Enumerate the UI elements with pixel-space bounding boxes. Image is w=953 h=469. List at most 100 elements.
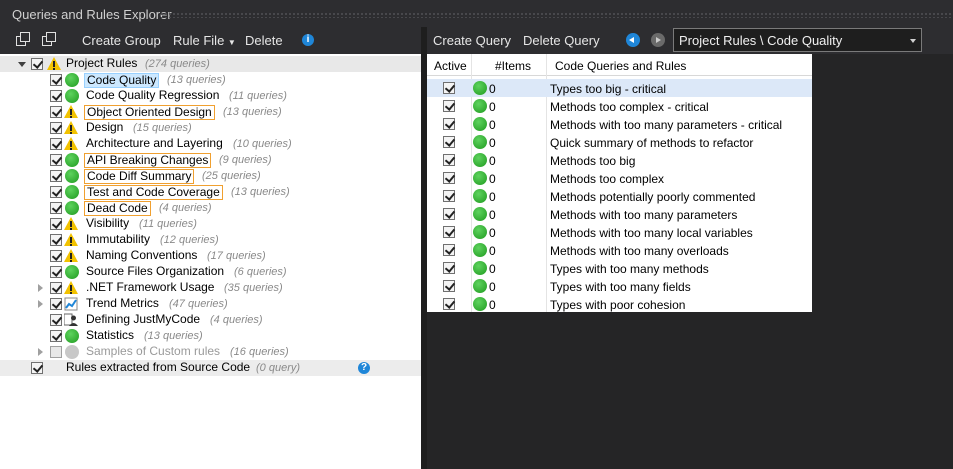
status-ok-icon xyxy=(473,243,487,257)
query-row[interactable]: 0 Methods with too many parameters - crit… xyxy=(427,115,812,133)
group-label: Test and Code Coverage xyxy=(84,185,223,200)
group-checkbox[interactable] xyxy=(50,282,62,294)
tree-group-item[interactable]: Architecture and Layering (10 queries) xyxy=(0,136,421,152)
items-count: 0 xyxy=(489,298,496,312)
group-checkbox[interactable] xyxy=(50,90,62,102)
group-checkbox[interactable] xyxy=(50,298,62,310)
tree-group-item[interactable]: Naming Conventions (17 queries) xyxy=(0,248,421,264)
items-count: 0 xyxy=(489,262,496,276)
active-checkbox[interactable] xyxy=(443,226,455,238)
query-row[interactable]: 0 Quick summary of methods to refactor xyxy=(427,133,812,151)
group-breadcrumb-select[interactable]: Project Rules \ Code Quality xyxy=(673,28,922,52)
active-checkbox[interactable] xyxy=(443,244,455,256)
query-row[interactable]: 0 Types too big - critical xyxy=(427,79,812,97)
active-checkbox[interactable] xyxy=(443,136,455,148)
root-checkbox[interactable] xyxy=(31,58,43,70)
create-group-button[interactable]: Create Group xyxy=(82,33,161,48)
tree-group-item[interactable]: Code Quality (13 queries) xyxy=(0,72,421,88)
source-rules-checkbox[interactable] xyxy=(31,362,43,374)
tree-group-item[interactable]: Design (15 queries) xyxy=(0,120,421,136)
tree-group-item[interactable]: Defining JustMyCode (4 queries) xyxy=(0,312,421,328)
tree-group-item[interactable]: Samples of Custom rules (16 queries) xyxy=(0,344,421,360)
active-checkbox[interactable] xyxy=(443,172,455,184)
items-count: 0 xyxy=(489,280,496,294)
tree-group-item[interactable]: Visibility (11 queries) xyxy=(0,216,421,232)
query-row[interactable]: 0 Methods too complex xyxy=(427,169,812,187)
group-checkbox[interactable] xyxy=(50,250,62,262)
query-row[interactable]: 0 Methods too complex - critical xyxy=(427,97,812,115)
query-name: Methods too big xyxy=(550,154,636,168)
tree-group-item[interactable]: .NET Framework Usage (35 queries) xyxy=(0,280,421,296)
tree-group-item[interactable]: Source Files Organization (6 queries) xyxy=(0,264,421,280)
tree-root-project-rules[interactable]: Project Rules (274 queries) xyxy=(0,56,421,72)
group-count: (6 queries) xyxy=(234,266,287,278)
group-checkbox[interactable] xyxy=(50,74,62,86)
help-icon[interactable]: ? xyxy=(358,362,370,374)
group-checkbox[interactable] xyxy=(50,266,62,278)
create-query-button[interactable]: Create Query xyxy=(433,33,511,48)
rule-file-label: Rule File xyxy=(173,33,225,48)
query-row[interactable]: 0 Methods with too many local variables xyxy=(427,223,812,241)
forward-arrow-icon[interactable] xyxy=(651,33,665,47)
group-checkbox[interactable] xyxy=(50,346,62,358)
group-checkbox[interactable] xyxy=(50,106,62,118)
drag-grip[interactable] xyxy=(160,12,953,18)
expand-all-icon[interactable] xyxy=(42,32,58,48)
delete-button[interactable]: Delete xyxy=(245,33,283,48)
left-toolbar: Create Group Rule File ▼ Delete i xyxy=(0,27,421,54)
tree-group-item[interactable]: Trend Metrics (47 queries) xyxy=(0,296,421,312)
tree-group-item[interactable]: Test and Code Coverage (13 queries) xyxy=(0,184,421,200)
tree-group-item[interactable]: Code Quality Regression (11 queries) xyxy=(0,88,421,104)
status-ok-icon xyxy=(65,169,79,183)
group-checkbox[interactable] xyxy=(50,186,62,198)
rule-file-button[interactable]: Rule File ▼ xyxy=(173,33,236,48)
group-checkbox[interactable] xyxy=(50,138,62,150)
active-checkbox[interactable] xyxy=(443,190,455,202)
group-checkbox[interactable] xyxy=(50,154,62,166)
query-row[interactable]: 0 Methods with too many parameters xyxy=(427,205,812,223)
query-row[interactable]: 0 Types with too many methods xyxy=(427,259,812,277)
user-code-icon xyxy=(64,313,78,326)
active-checkbox[interactable] xyxy=(443,118,455,130)
group-checkbox[interactable] xyxy=(50,218,62,230)
group-checkbox[interactable] xyxy=(50,234,62,246)
group-count: (12 queries) xyxy=(160,234,219,246)
active-checkbox[interactable] xyxy=(443,154,455,166)
query-row[interactable]: 0 Methods potentially poorly commented xyxy=(427,187,812,205)
tree-group-item[interactable]: Dead Code (4 queries) xyxy=(0,200,421,216)
delete-query-button[interactable]: Delete Query xyxy=(523,33,600,48)
tree-group-item[interactable]: Object Oriented Design (13 queries) xyxy=(0,104,421,120)
expand-toggle[interactable] xyxy=(38,348,43,356)
group-checkbox[interactable] xyxy=(50,330,62,342)
tree-group-item[interactable]: Statistics (13 queries) xyxy=(0,328,421,344)
tree-source-rules[interactable]: Rules extracted from Source Code (0 quer… xyxy=(0,360,421,376)
active-checkbox[interactable] xyxy=(443,208,455,220)
active-checkbox[interactable] xyxy=(443,298,455,310)
group-checkbox[interactable] xyxy=(50,170,62,182)
query-row[interactable]: 0 Types with too many fields xyxy=(427,277,812,295)
group-count: (47 queries) xyxy=(169,298,228,310)
tree-group-item[interactable]: API Breaking Changes (9 queries) xyxy=(0,152,421,168)
column-header-items[interactable]: #Items xyxy=(495,59,531,73)
tree-group-item[interactable]: Immutability (12 queries) xyxy=(0,232,421,248)
collapse-all-icon[interactable] xyxy=(16,32,32,48)
query-row[interactable]: 0 Types with poor cohesion xyxy=(427,295,812,313)
group-checkbox[interactable] xyxy=(50,122,62,134)
expand-toggle[interactable] xyxy=(38,284,43,292)
tree-group-item[interactable]: Code Diff Summary (25 queries) xyxy=(0,168,421,184)
back-arrow-icon[interactable] xyxy=(626,33,640,47)
active-checkbox[interactable] xyxy=(443,100,455,112)
expand-toggle[interactable] xyxy=(38,300,43,308)
info-icon[interactable]: i xyxy=(302,34,314,46)
column-header-name[interactable]: Code Queries and Rules xyxy=(555,59,686,73)
group-checkbox[interactable] xyxy=(50,314,62,326)
expand-toggle[interactable] xyxy=(18,62,26,67)
column-header-active[interactable]: Active xyxy=(434,59,467,73)
active-checkbox[interactable] xyxy=(443,262,455,274)
group-checkbox[interactable] xyxy=(50,202,62,214)
query-row[interactable]: 0 Methods with too many overloads xyxy=(427,241,812,259)
active-checkbox[interactable] xyxy=(443,280,455,292)
query-row[interactable]: 0 Methods too big xyxy=(427,151,812,169)
active-checkbox[interactable] xyxy=(443,82,455,94)
group-count: (35 queries) xyxy=(224,282,283,294)
